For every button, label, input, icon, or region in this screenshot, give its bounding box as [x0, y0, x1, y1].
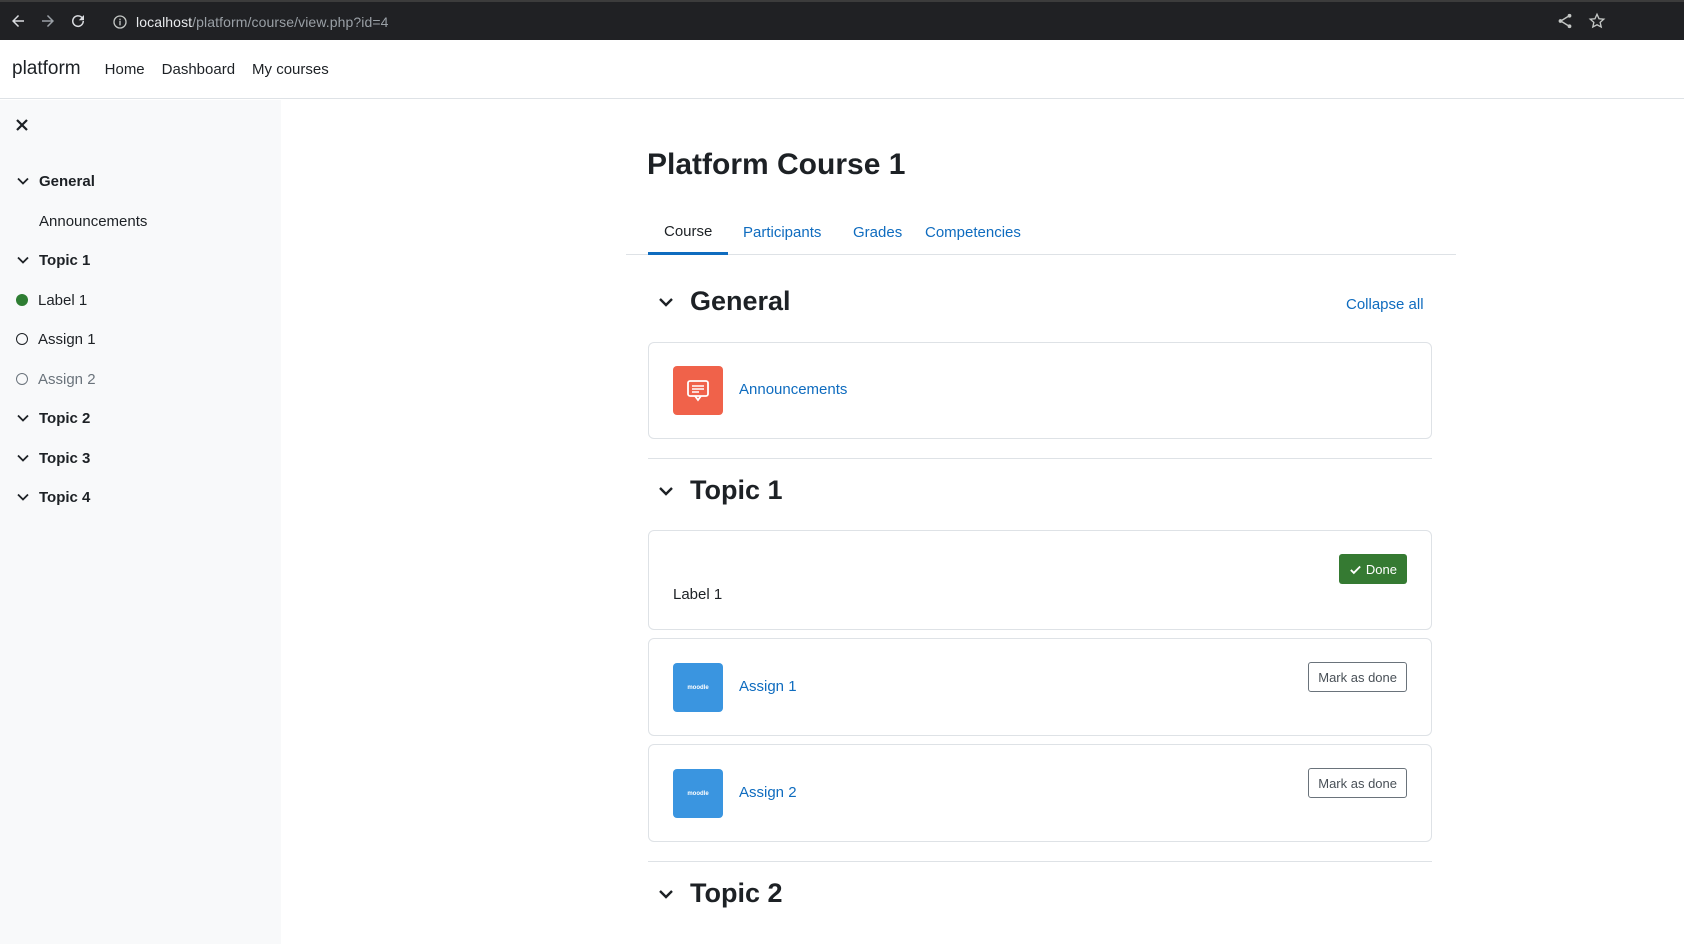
nav-link-dashboard[interactable]: Dashboard — [162, 61, 235, 78]
label-content: Label 1 — [673, 586, 723, 603]
course-index-section-label: Topic 3 — [39, 449, 91, 467]
check-icon — [1350, 565, 1361, 574]
course-index-item-assign-2[interactable]: Assign 2 — [16, 367, 96, 391]
chevron-down-icon[interactable] — [656, 292, 676, 312]
url-path: /platform/course/view.php?id=4 — [192, 14, 389, 30]
tab-course[interactable]: Course — [648, 210, 729, 255]
moodle-logo-text: moodle — [687, 684, 709, 691]
info-icon[interactable] — [112, 14, 128, 30]
course-index-item-announcements[interactable]: Announcements — [39, 209, 147, 233]
activity-link[interactable]: Assign 1 — [739, 678, 797, 695]
course-index-section-label: Topic 4 — [39, 488, 91, 506]
course-index-drawer: General Announcements Topic 1 Label 1 As… — [0, 100, 281, 944]
browser-toolbar: localhost/platform/course/view.php?id=4 — [0, 0, 1684, 40]
tab-grades[interactable]: Grades — [837, 210, 918, 255]
course-secondary-navigation: Course Participants Grades Competencies — [626, 210, 1456, 255]
course-index-section-label: General — [39, 172, 95, 190]
reload-icon[interactable] — [68, 11, 88, 31]
mark-as-done-button[interactable]: Mark as done — [1308, 768, 1407, 798]
activity-card-assign-2: moodle Assign 2 Mark as done — [648, 744, 1432, 842]
chevron-down-icon[interactable] — [656, 884, 676, 904]
section-title: General — [690, 286, 791, 316]
chevron-down-icon[interactable] — [16, 253, 30, 267]
course-index-item-assign-1[interactable]: Assign 1 — [16, 327, 96, 351]
completion-incomplete-icon — [16, 373, 28, 385]
course-index-section-topic-4[interactable]: Topic 4 — [16, 485, 90, 509]
course-index-section-topic-1[interactable]: Topic 1 — [16, 248, 90, 272]
course-index-item-label: Assign 1 — [38, 330, 96, 348]
url-text[interactable]: localhost/platform/course/view.php?id=4 — [136, 14, 389, 30]
done-button[interactable]: Done — [1338, 554, 1407, 584]
section-divider — [648, 458, 1432, 459]
activity-card-announcements: Announcements — [648, 342, 1432, 439]
done-button-label: Done — [1365, 561, 1397, 577]
close-icon[interactable] — [14, 117, 30, 133]
back-arrow-icon[interactable] — [8, 11, 28, 31]
chevron-down-icon[interactable] — [16, 174, 30, 188]
site-brand[interactable]: platform — [12, 58, 81, 80]
course-index-section-topic-3[interactable]: Topic 3 — [16, 446, 90, 470]
assign-icon: moodle — [673, 663, 723, 712]
section-title: Topic 2 — [690, 878, 783, 908]
url-host: localhost — [136, 14, 193, 30]
bookmark-star-icon[interactable] — [1588, 12, 1606, 30]
section-header-general[interactable]: General — [656, 286, 791, 317]
activity-link[interactable]: Announcements — [739, 381, 847, 398]
activity-card-label-1: Label 1 Done — [648, 530, 1432, 630]
section-header-topic-1[interactable]: Topic 1 — [656, 475, 783, 506]
share-icon[interactable] — [1556, 12, 1574, 30]
nav-link-my-courses[interactable]: My courses — [252, 61, 329, 78]
forward-arrow-icon[interactable] — [38, 11, 58, 31]
section-header-topic-2[interactable]: Topic 2 — [656, 878, 783, 909]
site-navbar: platform Home Dashboard My courses — [0, 40, 1684, 99]
forum-icon — [673, 366, 723, 415]
section-title: Topic 1 — [690, 475, 783, 505]
course-index-section-label: Topic 2 — [39, 409, 91, 427]
tab-competencies[interactable]: Competencies — [909, 210, 1037, 255]
completion-complete-icon — [16, 294, 28, 306]
chevron-down-icon[interactable] — [656, 481, 676, 501]
page-title: Platform Course 1 — [647, 148, 906, 181]
collapse-all-link[interactable]: Collapse all — [1346, 296, 1424, 313]
course-index-item-label: Announcements — [39, 212, 148, 230]
tab-participants[interactable]: Participants — [727, 210, 837, 255]
course-index-section-label: Topic 1 — [39, 251, 91, 269]
primary-navigation: Home Dashboard My courses — [105, 61, 346, 78]
completion-incomplete-icon — [16, 333, 28, 345]
course-index-item-label-1[interactable]: Label 1 — [16, 288, 87, 312]
mark-as-done-button[interactable]: Mark as done — [1308, 662, 1407, 692]
course-index-item-label: Label 1 — [38, 291, 88, 309]
chevron-down-icon[interactable] — [16, 490, 30, 504]
course-index-section-topic-2[interactable]: Topic 2 — [16, 406, 90, 430]
address-bar[interactable]: localhost/platform/course/view.php?id=4 — [112, 11, 389, 33]
moodle-logo-text: moodle — [687, 790, 709, 797]
activity-link[interactable]: Assign 2 — [739, 784, 797, 801]
chevron-down-icon[interactable] — [16, 451, 30, 465]
course-index-item-label: Assign 2 — [38, 370, 96, 388]
activity-card-assign-1: moodle Assign 1 Mark as done — [648, 638, 1432, 736]
section-divider — [648, 861, 1432, 862]
nav-link-home[interactable]: Home — [105, 61, 145, 78]
assign-icon: moodle — [673, 769, 723, 818]
chevron-down-icon[interactable] — [16, 411, 30, 425]
course-index-section-general[interactable]: General — [16, 169, 95, 193]
